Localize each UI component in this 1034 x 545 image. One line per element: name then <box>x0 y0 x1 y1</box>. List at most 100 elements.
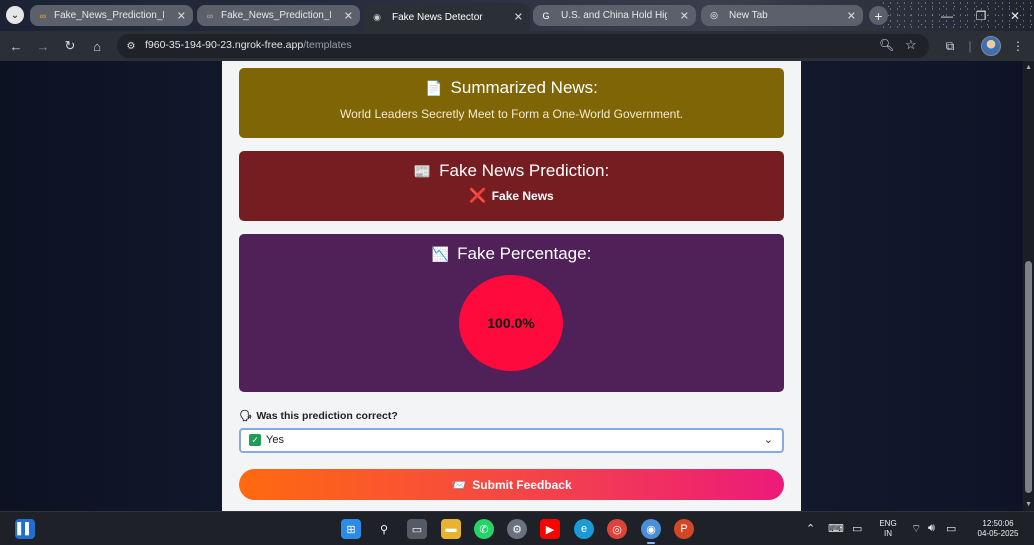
prediction-card: 📰 Fake News Prediction: ❌ Fake News <box>239 151 784 221</box>
speaking-head-icon: 🗣 <box>239 410 253 422</box>
clock-time: 12:50:06 <box>982 519 1014 528</box>
clock[interactable]: 12:50:06 04-05-2025 <box>968 519 1028 539</box>
submit-feedback-label: Submit Feedback <box>472 477 572 492</box>
feedback-question-text: Was this prediction correct? <box>256 409 398 422</box>
close-window-button[interactable]: ✕ <box>998 0 1032 31</box>
prediction-title: Fake News Prediction: <box>439 161 610 180</box>
site-settings-icon[interactable]: ⚙ <box>124 39 138 53</box>
url-text[interactable]: f960-35-194-90-23.ngrok-free.app/templat… <box>145 39 352 51</box>
whatsapp-icon[interactable]: ✆ <box>474 519 494 539</box>
tablet-icon[interactable]: ▭ <box>852 522 862 535</box>
clock-date: 04-05-2025 <box>977 529 1019 538</box>
zoom-icon[interactable]: 🔍︎ <box>879 38 894 52</box>
task-view-icon[interactable]: ▭ <box>407 519 427 539</box>
globe-icon: ◉ <box>373 11 381 22</box>
colab-icon: ∞ <box>206 10 214 21</box>
check-mark-icon: ✓ <box>249 434 261 446</box>
file-explorer-icon[interactable]: ▬ <box>441 519 461 539</box>
chevron-down-icon: ⌄ <box>763 434 773 446</box>
pie-value-label: 100.0% <box>487 315 535 331</box>
fake-percentage-pie: 100.0% <box>459 275 563 371</box>
widgets-icon[interactable]: ▌▌ <box>15 519 35 539</box>
newspaper-icon: 📰 <box>413 162 432 179</box>
percentage-title: Fake Percentage: <box>457 244 592 263</box>
more-menu-icon[interactable]: ⋮ <box>1009 37 1027 55</box>
close-icon[interactable]: ✕ <box>847 9 856 22</box>
restore-button[interactable]: ❐ <box>964 0 998 31</box>
taskbar: ▌▌ ⊞ ⚲ ▭ ▬ ✆ ⚙ ▶ e ◎ ◉ P ⌃ ⌨ ▭ ENG IN ⌔ … <box>0 511 1034 545</box>
tab-2[interactable]: ∞ Fake_News_Prediction_New ✕ <box>197 5 360 26</box>
google-icon: G <box>542 10 550 21</box>
chrome-browser-icon[interactable]: ◎ <box>607 519 627 539</box>
settings-gear-icon[interactable]: ⚙ <box>507 519 527 539</box>
prediction-heading: 📰 Fake News Prediction: <box>239 161 784 181</box>
youtube-icon[interactable]: ▶ <box>540 519 560 539</box>
close-icon[interactable]: ✕ <box>344 9 353 22</box>
battery-icon[interactable]: ▭ <box>946 522 956 535</box>
profile-avatar[interactable] <box>981 36 1001 56</box>
tab-title: Fake_News_Prediction_New <box>221 10 331 21</box>
scroll-up-icon[interactable]: ▲ <box>1025 64 1032 71</box>
fake-percentage-card: 📉 Fake Percentage: 100.0% <box>239 234 784 392</box>
scroll-down-icon[interactable]: ▼ <box>1025 501 1032 508</box>
minimize-button[interactable]: — <box>930 0 964 31</box>
envelope-icon: 📨 <box>451 477 467 492</box>
start-windows-icon[interactable]: ⊞ <box>341 519 361 539</box>
tab-title: U.S. and China Hold High-L <box>561 10 667 21</box>
feedback-select[interactable]: ✓ Yes ⌄ <box>239 428 784 453</box>
extensions-icon[interactable]: ⧉ <box>941 37 959 55</box>
home-icon[interactable]: ⌂ <box>88 37 106 55</box>
tab-1[interactable]: ∞ Fake_News_Prediction_Bot ✕ <box>30 5 193 26</box>
feedback-selected-value: Yes <box>266 434 284 446</box>
summary-title: Summarized News: <box>450 78 598 97</box>
search-icon[interactable]: ⚲ <box>374 519 394 539</box>
tab-search-button[interactable]: ⌄ <box>6 6 24 24</box>
volume-icon[interactable]: 🔊︎ <box>928 522 935 535</box>
prediction-result-text: Fake News <box>491 188 554 203</box>
back-arrow-icon[interactable]: ← <box>7 37 25 55</box>
tab-4[interactable]: G U.S. and China Hold High-L ✕ <box>533 5 696 26</box>
close-icon[interactable]: ✕ <box>680 9 689 22</box>
language-code: ENG <box>879 519 897 528</box>
tab-title: New Tab <box>729 10 768 21</box>
chrome-profile-icon[interactable]: ◉ <box>641 519 661 544</box>
tab-3-active[interactable]: ◉ Fake News Detector ✕ <box>364 3 530 31</box>
new-tab-button[interactable]: + <box>869 6 888 25</box>
chart-decreasing-icon: 📉 <box>431 245 450 262</box>
region-code: IN <box>884 529 892 538</box>
address-bar[interactable]: ⚙ f960-35-194-90-23.ngrok-free.app/templ… <box>117 34 929 58</box>
page-viewport: 📄 Summarized News: World Leaders Secretl… <box>0 61 1034 511</box>
chrome-icon: ◎ <box>710 10 718 20</box>
toolbar-divider: | <box>968 39 972 53</box>
powerpoint-icon[interactable]: P <box>674 519 694 539</box>
url-host: f960-35-194-90-23.ngrok-free.app <box>145 39 304 51</box>
submit-feedback-button[interactable]: 📨 Submit Feedback <box>239 469 784 500</box>
edge-browser-icon[interactable]: e <box>574 519 594 539</box>
tab-title: Fake News Detector <box>392 11 483 23</box>
summary-card: 📄 Summarized News: World Leaders Secretl… <box>239 68 784 138</box>
feedback-question: 🗣 Was this prediction correct? <box>239 409 398 423</box>
summary-text: World Leaders Secretly Meet to Form a On… <box>339 107 684 121</box>
language-indicator[interactable]: ENG IN <box>877 519 899 539</box>
page-scrollbar[interactable]: ▲ ▼ <box>1023 61 1034 511</box>
forward-arrow-icon[interactable]: → <box>34 37 52 55</box>
percentage-heading: 📉 Fake Percentage: <box>239 244 784 264</box>
page-content: 📄 Summarized News: World Leaders Secretl… <box>222 61 801 511</box>
keyboard-icon[interactable]: ⌨ <box>828 522 844 535</box>
wifi-icon[interactable]: ⌔ <box>911 522 921 536</box>
browser-toolbar: ← → ↻ ⌂ ⚙ f960-35-194-90-23.ngrok-free.a… <box>0 31 1034 61</box>
close-icon[interactable]: ✕ <box>514 11 523 24</box>
url-path: /templates <box>303 39 352 51</box>
reload-icon[interactable]: ↻ <box>61 37 79 55</box>
chevron-up-icon[interactable]: ⌃ <box>806 522 815 535</box>
prediction-result: ❌ Fake News <box>239 187 784 204</box>
tab-title: Fake_News_Prediction_Bot <box>54 10 164 21</box>
document-icon: 📄 <box>425 79 443 96</box>
tab-strip: ⌄ ∞ Fake_News_Prediction_Bot ✕ ∞ Fake_Ne… <box>0 0 1034 31</box>
scrollbar-thumb[interactable] <box>1025 261 1032 493</box>
close-icon[interactable]: ✕ <box>177 9 186 22</box>
tab-5[interactable]: ◎ New Tab ✕ <box>701 5 863 26</box>
summary-heading: 📄 Summarized News: <box>239 78 784 98</box>
bookmark-star-icon[interactable]: ☆ <box>905 37 917 53</box>
cross-mark-icon: ❌ <box>469 187 487 203</box>
